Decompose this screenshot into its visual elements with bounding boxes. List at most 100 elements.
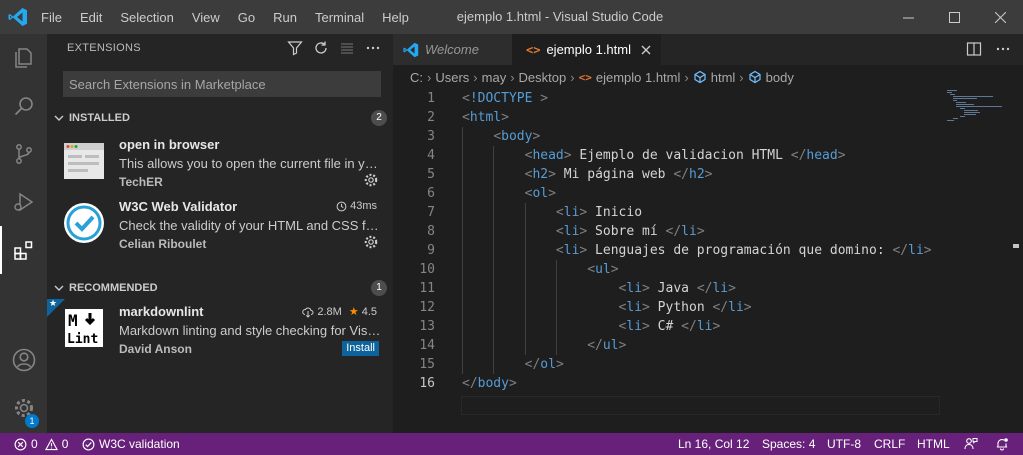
menu-view[interactable]: View [183,10,229,25]
minimize-button[interactable] [885,0,931,34]
w3c-validation-label: W3C validation [99,437,180,451]
breadcrumb-item[interactable]: Desktop [519,70,567,85]
source-control-button[interactable] [0,130,47,178]
browser-window-icon [64,143,104,179]
line-endings[interactable]: CRLF [874,433,905,455]
split-editor-icon[interactable] [966,41,982,57]
breadcrumb-item[interactable]: C: [410,70,423,85]
line-number: 13 [419,319,435,334]
cursor-position[interactable]: Ln 16, Col 12 [678,433,749,455]
encoding[interactable]: UTF-8 [827,433,861,455]
star-icon: ★ [348,306,359,318]
breadcrumb-item[interactable]: html [711,70,736,85]
code-line[interactable]: 6 <ol> [393,184,938,203]
code-line[interactable]: 7 <li> Inicio [393,203,938,222]
svg-text:Lint: Lint [67,332,98,347]
close-window-button[interactable] [977,0,1023,34]
code-line[interactable]: 12 <li> Python </li> [393,298,938,317]
breadcrumb-item[interactable]: body [766,70,794,85]
chevron-right-icon: › [427,69,432,85]
problems-indicator[interactable]: 0 0 [14,433,68,455]
feedback-button[interactable] [964,433,978,455]
vscode-logo-icon [8,8,27,26]
chevron-right-icon: › [510,69,515,85]
install-button[interactable]: Install [342,341,379,356]
line-number: 8 [427,224,435,239]
code-line[interactable]: 5 <h2> Mi página web </h2> [393,165,938,184]
chevron-right-icon: › [684,69,689,85]
code-text: <li> Lenguajes de programación que domin… [555,243,932,258]
recommended-section-header[interactable]: RECOMMENDED 1 [47,277,393,299]
extension-item-open-in-browser[interactable]: open in browser This allows you to open … [47,132,393,194]
warning-count: 0 [61,437,69,451]
code-line[interactable]: 14 </ul> [393,336,938,355]
menu-go[interactable]: Go [229,10,264,25]
error-icon [14,438,27,450]
code-line[interactable]: 8 <li> Sobre mí </li> [393,222,938,241]
w3c-validation-status[interactable]: W3C validation [82,433,180,455]
extension-description: Check the validity of your HTML and CSS … [119,218,381,233]
code-text: <body> [493,129,541,144]
current-line-highlight [461,396,940,415]
line-number: 15 [419,357,435,372]
maximize-button[interactable] [931,0,977,34]
tab-ejemplo-html[interactable]: <> ejemplo 1.html [512,34,661,65]
extension-settings-gear-icon[interactable] [363,234,379,250]
breadcrumb-item[interactable]: ejemplo 1.html [596,70,681,85]
code-line[interactable]: 10 <ul> [393,260,938,279]
code-line[interactable]: 15 </ol> [393,355,938,374]
activation-time-value: 43ms [350,200,377,212]
extension-item-w3c-validator[interactable]: W3C Web Validator 43ms Check the validit… [47,194,393,256]
recommended-count-badge: 1 [371,280,387,296]
element-tag-icon [749,70,761,84]
menu-edit[interactable]: Edit [71,10,111,25]
explorer-button[interactable] [0,34,47,82]
clear-results-icon[interactable] [339,40,355,56]
extensions-button[interactable] [0,226,47,274]
code-text: <li> Inicio [555,205,643,220]
tab-welcome[interactable]: Welcome [393,34,512,65]
code-line[interactable]: 3 <body> [393,127,938,146]
code-line[interactable]: 4 <head> Ejemplo de validacion HTML </he… [393,146,938,165]
run-debug-button[interactable] [0,178,47,226]
refresh-icon[interactable] [313,40,329,56]
close-tab-icon[interactable] [641,45,651,55]
code-line[interactable]: 16 </body> [393,374,938,393]
extension-item-markdownlint[interactable]: ★ M Lint markdownlint 2.8M ★ 4.5 Markdow… [47,299,393,361]
indentation[interactable]: Spaces: 4 [762,433,815,455]
line-number: 12 [419,300,435,315]
chevron-right-icon: › [473,69,478,85]
extension-publisher: TechER [119,175,163,189]
code-line[interactable]: 13 <li> C# </li> [393,317,938,336]
code-line[interactable]: 1 <!DOCTYPE > [393,89,938,108]
menu-selection[interactable]: Selection [111,10,182,25]
error-count: 0 [31,437,38,451]
line-number: 1 [427,91,435,106]
more-actions-icon[interactable] [365,40,381,56]
manage-button[interactable]: 1 [0,384,47,432]
breadcrumb-item[interactable]: may [482,70,507,85]
breadcrumb-item[interactable]: Users [435,70,469,85]
accounts-button[interactable] [0,336,47,384]
language-mode[interactable]: HTML [917,433,950,455]
extension-settings-gear-icon[interactable] [363,172,379,188]
explorer-icon [14,48,32,68]
scrollbar-marker[interactable] [1013,244,1019,248]
menu-help[interactable]: Help [373,10,418,25]
more-actions-icon[interactable] [995,41,1011,57]
code-line[interactable]: 11 <li> Java </li> [393,279,938,298]
code-line[interactable]: 2 <html> [393,108,938,127]
search-button[interactable] [0,82,47,130]
line-number: 4 [427,148,435,163]
menu-terminal[interactable]: Terminal [306,10,373,25]
line-number: 9 [427,243,435,258]
code-text: <li> C# </li> [618,319,721,334]
minimap[interactable] [945,89,1011,121]
extensions-search-input[interactable] [63,71,381,97]
code-line[interactable]: 9 <li> Lenguajes de programación que dom… [393,241,938,260]
menu-file[interactable]: File [32,10,71,25]
notifications-button[interactable] [995,433,1009,455]
installed-section-header[interactable]: INSTALLED 2 [47,107,393,129]
filter-icon[interactable] [287,40,303,56]
menu-run[interactable]: Run [264,10,306,25]
